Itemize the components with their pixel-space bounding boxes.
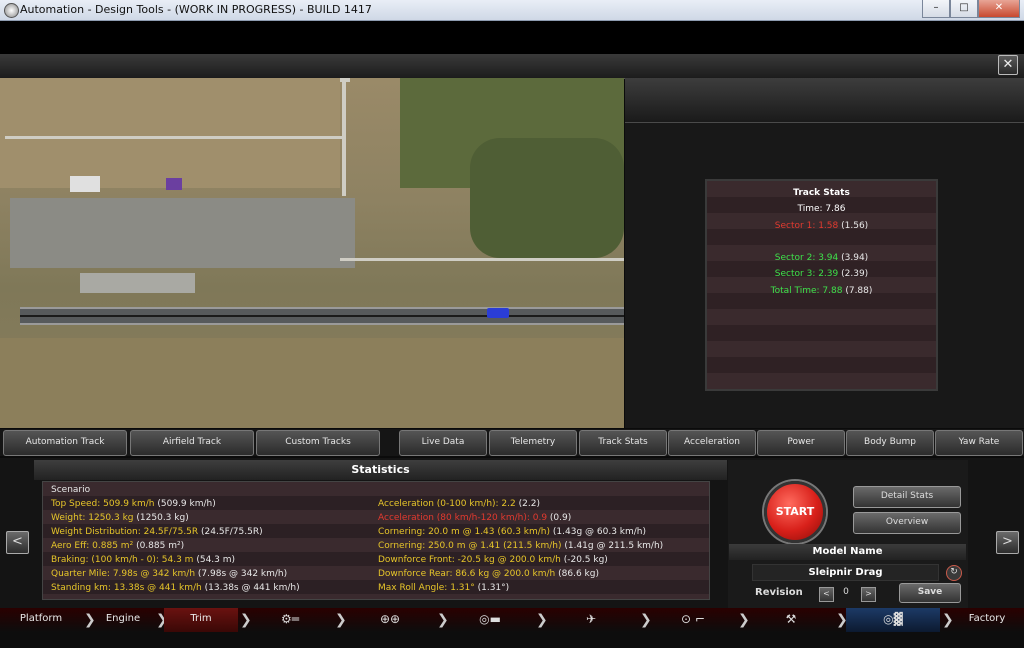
sector-2-row: Sector 2: 3.94 (3.94)	[707, 253, 936, 263]
brakes-icon[interactable]: ◎▬	[447, 608, 533, 632]
stat-standing-km: Standing km: 13.38s @ 441 km/h (13.38s @…	[51, 583, 300, 593]
stat-weight: Weight: 1250.3 kg (1250.3 kg)	[51, 513, 189, 523]
stat-top-speed: Top Speed: 509.9 km/h (509.9 km/h)	[51, 499, 216, 509]
sector-1-row: Sector 1: 1.58 (1.56)	[707, 221, 936, 231]
track-stats-panel: Track Stats Time: 7.86 Sector 1: 1.58 (1…	[625, 78, 1024, 428]
bottom-nav: Platform ❯ Engine ❯ Trim ❯ ⚙═ ❯ ⊕⊕ ❯ ◎▬ …	[0, 608, 1024, 632]
stat-acceleration-80-120: Acceleration (80 km/h-120 km/h): 0.9 (0.…	[378, 513, 572, 523]
map-road	[340, 78, 350, 82]
tab-live-data[interactable]: Live Data	[399, 430, 487, 456]
revision-value: 0	[843, 587, 849, 597]
stat-weight-distribution: Weight Distribution: 24.5F/75.5R (24.5F/…	[51, 527, 263, 537]
stat-downforce-front: Downforce Front: -20.5 kg @ 200.0 km/h (…	[378, 555, 608, 565]
window-titlebar: Automation - Design Tools - (WORK IN PRO…	[0, 0, 1024, 21]
window-title: Automation - Design Tools - (WORK IN PRO…	[20, 3, 372, 16]
total-time-row: Total Time: 7.88 (7.88)	[707, 286, 936, 296]
test-drive-icon[interactable]: ◎▓	[846, 608, 940, 632]
drivetrain-icon[interactable]: ⚙═	[250, 608, 330, 632]
aero-icon[interactable]: ✈	[546, 608, 636, 632]
stat-braking: Braking: (100 km/h - 0): 54.3 m (54.3 m)	[51, 555, 236, 565]
total-time: Total Time: 7.88	[770, 286, 843, 296]
tab-body-bump[interactable]: Body Bump	[846, 430, 934, 456]
nav-trim[interactable]: Trim	[164, 608, 238, 632]
tab-acceleration[interactable]: Acceleration	[668, 430, 756, 456]
stat-max-roll-angle: Max Roll Angle: 1.31° (1.31°)	[378, 583, 510, 593]
tab-track-stats[interactable]: Track Stats	[579, 430, 667, 456]
track-stats-box: Track Stats Time: 7.86 Sector 1: 1.58 (1…	[705, 179, 938, 391]
refresh-icon[interactable]: ↻	[946, 565, 962, 581]
stat-acceleration-0-100: Acceleration (0-100 km/h): 2.2 (2.2)	[378, 499, 540, 509]
revision-decrement-button[interactable]: <	[819, 587, 834, 602]
save-button[interactable]: Save	[899, 583, 961, 603]
panel-header-bar	[0, 54, 1024, 79]
sector-1-time: Sector 1: 1.58	[774, 221, 839, 231]
tools-icon[interactable]: ⚒	[748, 608, 834, 632]
stat-cornering-250m: Cornering: 250.0 m @ 1.41 (211.5 km/h) (…	[378, 541, 664, 551]
track-stats-title: Track Stats	[793, 188, 850, 198]
wheels-icon[interactable]: ⊕⊕	[345, 608, 435, 632]
sector-1-prev: (1.56)	[841, 221, 869, 231]
nav-factory[interactable]: Factory	[950, 608, 1024, 632]
minimize-button[interactable]: –	[922, 0, 950, 18]
scenario-label: Scenario	[51, 485, 91, 495]
nav-engine[interactable]: Engine	[92, 608, 154, 632]
panel-close-button[interactable]: ✕	[998, 55, 1018, 75]
map-buildings	[80, 273, 195, 293]
map-field	[0, 338, 624, 428]
map-vegetation	[470, 138, 624, 258]
stat-aero-eff: Aero Eff: 0.885 m² (0.885 m²)	[51, 541, 185, 551]
tab-yaw-rate[interactable]: Yaw Rate	[935, 430, 1023, 456]
map-apron	[10, 198, 355, 268]
sector-2-time: Sector 2: 3.94	[774, 253, 839, 263]
map-road	[340, 258, 624, 261]
map-road	[342, 78, 346, 196]
start-button[interactable]: START	[764, 481, 826, 543]
bottom-strip	[0, 632, 1024, 648]
stat-quarter-mile: Quarter Mile: 7.98s @ 342 km/h (7.98s @ …	[51, 569, 288, 579]
map-building	[70, 176, 100, 192]
sector-3-time: Sector 3: 2.39	[774, 269, 839, 279]
maximize-button[interactable]: □	[950, 0, 978, 18]
track-time: Time: 7.86	[797, 204, 846, 214]
previous-arrow-button[interactable]: <	[6, 531, 29, 554]
window-controls: – □ ✕	[922, 0, 1020, 18]
model-name-input[interactable]: Sleipnir Drag	[752, 564, 939, 581]
statistics-table: Scenario Top Speed: 509.9 km/h (509.9 km…	[42, 481, 710, 600]
map-building	[166, 178, 182, 190]
sector-2-prev: (3.94)	[841, 253, 869, 263]
car-marker	[487, 308, 509, 318]
statistics-header: Statistics	[34, 460, 727, 480]
map-field	[0, 78, 340, 188]
nav-platform[interactable]: Platform	[0, 608, 82, 632]
close-window-button[interactable]: ✕	[978, 0, 1020, 18]
tab-automation-track[interactable]: Automation Track	[3, 430, 127, 456]
sector-3-prev: (2.39)	[841, 269, 869, 279]
steering-icon[interactable]: ⊙ ⌐	[650, 608, 736, 632]
total-time-prev: (7.88)	[845, 286, 873, 296]
track-map-view[interactable]	[0, 78, 624, 428]
tab-bar: Automation Track Airfield Track Custom T…	[0, 429, 1024, 456]
tab-power[interactable]: Power	[757, 430, 845, 456]
overview-button[interactable]: Overview	[853, 512, 961, 534]
stat-cornering-20m: Cornering: 20.0 m @ 1.43 (60.3 km/h) (1.…	[378, 527, 647, 537]
tab-telemetry[interactable]: Telemetry	[489, 430, 577, 456]
next-arrow-button[interactable]: >	[996, 531, 1019, 554]
stat-downforce-rear: Downforce Rear: 86.6 kg @ 200.0 km/h (86…	[378, 569, 599, 579]
revision-increment-button[interactable]: >	[861, 587, 876, 602]
top-black-area	[0, 21, 1024, 54]
map-road	[5, 136, 345, 139]
model-name-label: Model Name	[729, 544, 966, 560]
track-stats-panel-header	[625, 78, 1024, 123]
drag-strip-runway	[20, 307, 624, 325]
tab-airfield-track[interactable]: Airfield Track	[130, 430, 254, 456]
revision-label: Revision	[755, 587, 803, 598]
tab-custom-tracks[interactable]: Custom Tracks	[256, 430, 380, 456]
app-icon	[4, 3, 19, 18]
detail-stats-button[interactable]: Detail Stats	[853, 486, 961, 508]
sector-3-row: Sector 3: 2.39 (2.39)	[707, 269, 936, 279]
